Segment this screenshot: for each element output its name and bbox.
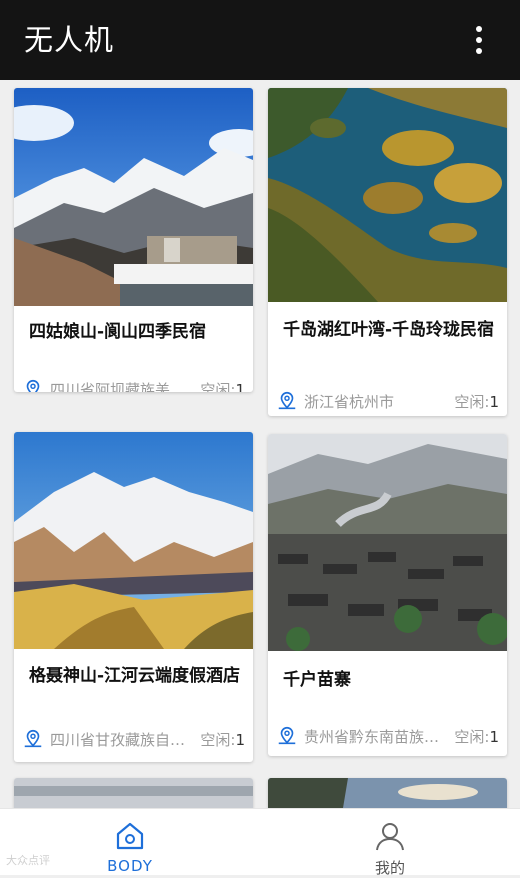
homestay-card-partial[interactable] xyxy=(14,778,253,808)
location-pin-icon xyxy=(278,726,296,745)
person-icon xyxy=(376,823,404,851)
homestay-grid[interactable]: 四姑娘山-阆山四季民宿 四川省阿坝藏族羌族自治州 空闲:1 千岛湖红叶湾-千岛玲… xyxy=(0,80,520,808)
card-title: 千岛湖红叶湾-千岛玲珑民宿 xyxy=(283,320,495,340)
card-image-partial xyxy=(268,778,507,808)
availability-label: 空闲: xyxy=(454,392,490,411)
card-title: 千户苗寨 xyxy=(283,670,351,690)
app-bar: 无人机 xyxy=(0,0,520,80)
availability-label: 空闲: xyxy=(200,730,236,749)
tab-profile-label: 我的 xyxy=(374,859,405,877)
bottom-navigation: BODY 我的 xyxy=(0,808,520,877)
more-vert-icon[interactable] xyxy=(474,26,484,54)
card-availability: 空闲:1 xyxy=(200,379,245,393)
tab-profile[interactable]: 我的 xyxy=(260,809,520,877)
availability-count: 1 xyxy=(235,730,245,749)
card-footer: 四川省甘孜藏族自治州 空闲:1 xyxy=(22,727,245,751)
card-availability: 空闲:1 xyxy=(200,729,245,750)
card-location: 四川省甘孜藏族自治州 xyxy=(50,730,195,749)
location-pin-icon xyxy=(278,391,296,410)
availability-count: 1 xyxy=(489,392,499,411)
watermark: 大众点评 xyxy=(6,854,50,867)
card-image-partial xyxy=(14,778,253,808)
availability-count: 1 xyxy=(235,380,245,393)
app-title: 无人机 xyxy=(24,23,115,57)
homestay-card[interactable]: 千岛湖红叶湾-千岛玲珑民宿 浙江省杭州市 空闲:1 xyxy=(268,88,507,416)
card-location: 浙江省杭州市 xyxy=(304,392,395,411)
location-pin-icon xyxy=(24,729,42,748)
card-image-lake-islands xyxy=(268,88,507,302)
availability-label: 空闲: xyxy=(454,727,490,746)
card-footer: 贵州省黔东南苗族侗族自治州 空闲:1 xyxy=(276,724,499,748)
card-title: 格聂神山-江河云端度假酒店 xyxy=(29,666,241,686)
card-image-miao-village xyxy=(268,434,507,651)
card-footer: 浙江省杭州市 空闲:1 xyxy=(276,389,499,413)
homestay-card[interactable]: 千户苗寨 贵州省黔东南苗族侗族自治州 空闲:1 xyxy=(268,434,507,756)
availability-count: 1 xyxy=(489,727,499,746)
availability-label: 空闲: xyxy=(200,380,236,393)
card-title: 四姑娘山-阆山四季民宿 xyxy=(29,322,207,342)
card-image-glacier-peak xyxy=(14,432,253,649)
card-location: 贵州省黔东南苗族侗族自治州 xyxy=(304,727,448,746)
home-icon xyxy=(116,822,144,850)
card-availability: 空闲:1 xyxy=(454,391,499,412)
card-image-snow-mountain xyxy=(14,88,253,306)
homestay-card[interactable]: 四姑娘山-阆山四季民宿 四川省阿坝藏族羌族自治州 空闲:1 xyxy=(14,88,253,392)
homestay-card[interactable]: 格聂神山-江河云端度假酒店 四川省甘孜藏族自治州 空闲:1 xyxy=(14,432,253,762)
card-footer: 四川省阿坝藏族羌族自治州 空闲:1 xyxy=(22,377,245,392)
homestay-card-partial[interactable] xyxy=(268,778,507,808)
card-availability: 空闲:1 xyxy=(454,726,499,747)
location-pin-icon xyxy=(26,379,40,392)
card-location: 四川省阿坝藏族羌族自治州 xyxy=(50,380,194,393)
